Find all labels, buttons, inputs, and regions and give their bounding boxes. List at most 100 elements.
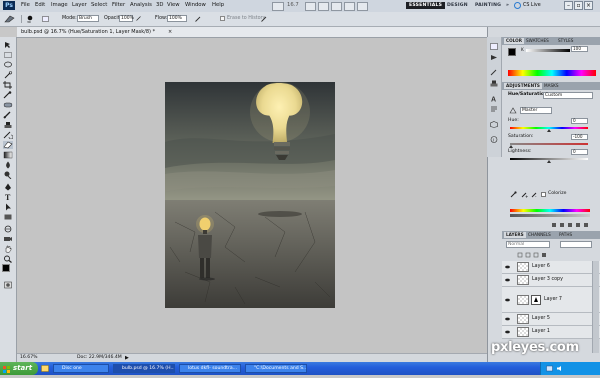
type-tool-icon[interactable]: T [3,193,13,201]
taskbar-button[interactable]: Disc one [53,364,109,373]
clone-stamp-tool-icon[interactable] [3,121,13,129]
menu-window[interactable]: Window [185,2,206,9]
bridge-button[interactable] [272,2,284,11]
zoom-tool-button[interactable] [318,2,329,11]
brush-tool-icon[interactable] [3,111,13,119]
brush-picker[interactable]: 30 [26,15,36,24]
eraser-tool-preset-icon[interactable] [4,15,16,23]
move-tool-icon[interactable] [3,41,13,49]
dodge-tool-icon[interactable] [3,171,13,179]
tray-network-icon[interactable] [546,365,553,372]
menu-layer[interactable]: Layer [72,2,87,9]
lightness-slider-thumb[interactable] [547,160,551,163]
eyedropper-icon[interactable] [510,191,517,198]
taskbar-button[interactable]: lotus dkfl- soundtra... [179,364,241,373]
layer-name[interactable]: Layer 1 [532,329,550,335]
tab-masks[interactable]: MASKS [542,83,561,89]
colorize-checkbox[interactable] [541,192,546,197]
lock-options[interactable] [506,252,596,258]
zoom-level-menu[interactable]: 16.7 [287,2,299,9]
cs-live-button[interactable]: CS Live [523,2,541,9]
layers-scrollbar[interactable] [592,261,599,353]
quick-mask-icon[interactable] [3,281,13,289]
visibility-eye-icon[interactable] [505,317,510,321]
gradient-tool-icon[interactable] [3,151,13,159]
close-icon[interactable]: × [584,1,593,10]
color-spectrum-bar[interactable] [508,70,596,76]
blend-mode-select[interactable]: Normal [506,241,550,248]
shape-tool-icon[interactable] [3,213,13,221]
paragraph-panel-icon[interactable] [490,106,498,113]
pressure-opacity-icon[interactable] [136,16,141,21]
saturation-value-field[interactable]: -100 [571,134,588,140]
layer-row[interactable]: Layer 7 [502,287,600,313]
k-value-field[interactable]: 100 [571,46,588,52]
3d-rotate-tool-icon[interactable] [3,225,13,233]
visibility-eye-icon[interactable] [505,265,510,269]
hand-tool-icon[interactable] [3,245,13,253]
history-brush-tool-icon[interactable] [3,131,13,139]
layer-name[interactable]: Layer 7 [544,297,562,303]
menu-edit[interactable]: Edit [35,2,45,9]
layer-row[interactable]: Layer 5 [502,313,600,326]
clone-source-panel-icon[interactable] [490,80,498,87]
airbrush-icon[interactable] [195,16,201,22]
taskbar-button[interactable]: bulb.psd @ 16.7% (H... [113,364,175,373]
targeted-adjustment-icon[interactable] [509,107,517,114]
foreground-color-swatch[interactable] [2,264,10,272]
visibility-eye-icon[interactable] [505,330,510,334]
document-tab[interactable]: bulb.psd @ 16.7% (Hue/Saturation 1, Laye… [21,29,155,35]
color-panel-foreground-swatch[interactable] [508,48,516,56]
history-panel-icon[interactable] [490,43,498,50]
hue-slider-thumb[interactable] [547,129,551,132]
restore-icon[interactable]: ▫ [574,1,583,10]
menu-3d[interactable]: 3D [156,2,163,9]
quick-selection-tool-icon[interactable] [3,71,13,79]
menu-image[interactable]: Image [51,2,68,9]
adjustment-footer-icons[interactable] [550,222,595,228]
menu-filter[interactable]: Filter [112,2,125,9]
preset-select[interactable]: Custom [543,92,593,99]
screen-mode-button[interactable] [357,2,368,11]
minimize-icon[interactable]: – [564,1,573,10]
layer-name[interactable]: Layer 6 [532,264,550,270]
character-panel-icon[interactable]: A [490,95,498,104]
visibility-eye-icon[interactable] [505,278,510,282]
quick-launch-icon[interactable] [41,365,49,372]
pen-tool-icon[interactable] [3,183,13,191]
layer-row[interactable]: Layer 6 [502,261,600,274]
hand-tool-button[interactable] [305,2,316,11]
tab-adjustments[interactable]: ADJUSTMENTS [504,83,542,89]
close-document-icon[interactable]: × [168,29,172,35]
workspace-more-button[interactable]: » [503,2,512,9]
menu-view[interactable]: View [167,2,180,9]
artwork-canvas[interactable] [165,82,335,308]
layer-mask-thumbnail[interactable] [531,295,541,305]
canvas-area[interactable] [17,38,487,353]
visibility-eye-icon[interactable] [505,298,510,302]
eyedropper-tool-icon[interactable] [3,91,13,99]
healing-brush-tool-icon[interactable] [3,101,13,109]
menu-select[interactable]: Select [91,2,107,9]
lightness-value-field[interactable]: 0 [571,149,588,155]
k-slider[interactable] [526,49,570,52]
zoom-tool-icon[interactable] [3,255,13,263]
path-selection-tool-icon[interactable] [3,203,13,211]
actions-panel-icon[interactable] [490,54,498,61]
eyedropper-minus-icon[interactable]: - [531,191,538,199]
3d-camera-tool-icon[interactable] [3,235,13,243]
menu-help[interactable]: Help [212,2,224,9]
crop-tool-icon[interactable] [3,81,13,89]
channel-select[interactable]: Master [520,107,552,114]
eyedropper-plus-icon[interactable]: + [521,191,528,199]
pressure-size-icon[interactable] [261,16,267,22]
opacity-field[interactable]: 100% [119,15,134,22]
tab-color[interactable]: COLOR [504,38,524,44]
arrange-documents-button[interactable] [344,2,355,11]
saturation-slider-thumb[interactable] [509,145,513,148]
workspace-painting[interactable]: PAINTING [472,2,504,9]
menu-file[interactable]: File [21,2,30,9]
erase-history-checkbox[interactable] [220,16,225,21]
flow-field[interactable]: 100% [167,15,187,22]
tray-volume-icon[interactable] [556,365,563,372]
